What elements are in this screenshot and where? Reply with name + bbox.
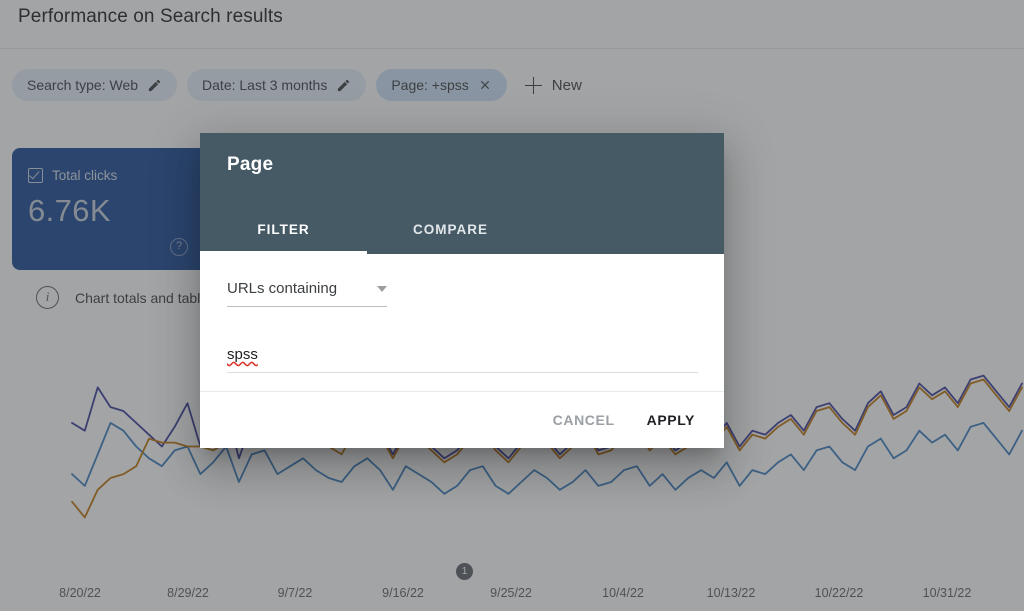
page-filter-dialog: Page FILTER COMPARE URLs containing spss…: [200, 133, 724, 448]
cancel-button[interactable]: CANCEL: [542, 404, 626, 436]
dialog-title: Page: [227, 154, 274, 175]
dialog-tab-bar: FILTER COMPARE: [200, 206, 534, 254]
apply-button[interactable]: APPLY: [636, 404, 706, 436]
match-type-select[interactable]: URLs containing: [227, 280, 387, 307]
query-input-value: spss: [227, 346, 258, 363]
match-type-select-value: URLs containing: [227, 280, 338, 297]
tab-compare[interactable]: COMPARE: [367, 206, 534, 254]
chevron-down-icon: [377, 285, 387, 292]
query-input[interactable]: spss: [227, 346, 698, 373]
dialog-header: Page FILTER COMPARE: [200, 133, 724, 254]
dialog-body: URLs containing spss: [200, 254, 724, 391]
app-screenshot: Performance on Search results Search typ…: [0, 0, 1024, 611]
dialog-footer: CANCEL APPLY: [200, 391, 724, 448]
tab-filter[interactable]: FILTER: [200, 206, 367, 254]
